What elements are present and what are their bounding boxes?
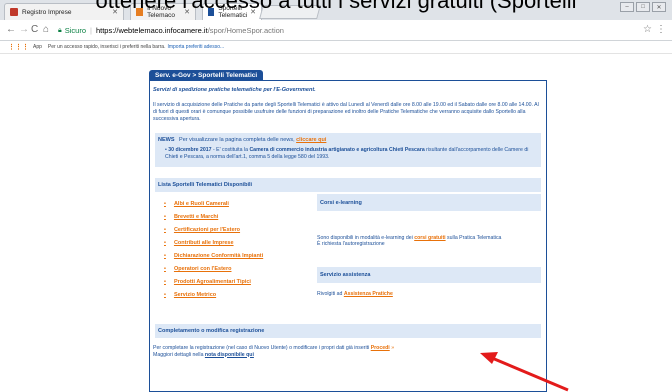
url-separator: | bbox=[90, 26, 92, 35]
list-item[interactable]: Dichiarazione Conformità Impianti bbox=[164, 250, 263, 263]
url-host: https://webtelemaco.infocamere.it bbox=[95, 26, 208, 35]
elearning-text-after: sulla Pratica Telematica bbox=[445, 235, 502, 241]
lista-header-right bbox=[315, 178, 541, 192]
content-box: Servizi di spedizione pratiche telematic… bbox=[149, 80, 547, 392]
assistenza-header: Servizio assistenza bbox=[317, 267, 541, 283]
list-item[interactable]: Servizio Metrico bbox=[164, 288, 263, 301]
completamento-more: Maggiori dettagli nella bbox=[153, 351, 205, 358]
elearning-text: Sono disponibili in modalità e-learning … bbox=[317, 235, 537, 248]
intro-text: Il servizio di acquisizione delle Pratic… bbox=[153, 102, 539, 122]
back-icon[interactable]: ← bbox=[6, 24, 16, 35]
bookmark-star-icon[interactable]: ☆ bbox=[643, 24, 652, 35]
url-field[interactable]: 🔒︎ Sicuro | https://webtelemaco.infocame… bbox=[58, 23, 643, 38]
assistenza-link[interactable]: Assistenza Pratiche bbox=[344, 291, 393, 297]
completamento-text: Per completare la registrazione (nel cas… bbox=[153, 345, 543, 358]
list-item[interactable]: Contributi alle Imprese bbox=[164, 237, 263, 250]
apps-label[interactable]: App bbox=[33, 44, 42, 50]
caption-text: ottenere l'accesso a tutti i servizi gra… bbox=[95, 0, 577, 13]
bookmarks-bar: ⋮⋮⋮ App Per un accesso rapido, inserisci… bbox=[0, 41, 672, 54]
assistenza-text: Rivolgiti ad Assistenza Pratiche bbox=[317, 291, 393, 297]
news-link[interactable]: cliccare qui bbox=[296, 137, 326, 143]
sportelli-page: Serv. e-Gov > Sportelli Telematici Servi… bbox=[149, 70, 547, 392]
page-tab[interactable]: Serv. e-Gov > Sportelli Telematici bbox=[149, 70, 264, 80]
procedi-link[interactable]: Procedi bbox=[371, 345, 390, 351]
news-tag: NEWS bbox=[158, 137, 175, 143]
news-item: • 30 dicembre 2017 - E' costituita la Ca… bbox=[165, 147, 529, 160]
secure-label: Sicuro bbox=[64, 26, 86, 35]
browser-menu-icon[interactable]: ⋮ bbox=[656, 24, 666, 35]
news-header: NEWS Per visualizzare la pagina completa… bbox=[158, 137, 326, 143]
sportelli-list: Albi e Ruoli Camerali Brevetti e Marchi … bbox=[164, 198, 263, 301]
list-item[interactable]: Albi e Ruoli Camerali bbox=[164, 198, 263, 211]
elearning-note: È richiesta l'autoregistrazione bbox=[317, 241, 385, 248]
intro-title: Servizi di spedizione pratiche telematic… bbox=[153, 87, 316, 93]
list-item[interactable]: Prodotti Agroalimentari Tipici bbox=[164, 275, 263, 288]
assistenza-text-label: Rivolgiti ad bbox=[317, 291, 344, 297]
list-item[interactable]: Operatori con l'Estero bbox=[164, 262, 263, 275]
completamento-header: Completamento o modifica registrazione bbox=[155, 324, 541, 338]
forward-icon[interactable]: → bbox=[19, 24, 29, 35]
nota-link[interactable]: nota disponibile qui bbox=[205, 352, 254, 358]
lista-header: Lista Sportelli Telematici Disponibili bbox=[155, 178, 315, 192]
list-item[interactable]: Brevetti e Marchi bbox=[164, 211, 263, 224]
url-path: /spor/HomeSpor.action bbox=[207, 26, 284, 35]
news-item-bold: Camera di commercio industria artigianat… bbox=[249, 147, 425, 153]
corsi-gratuiti-link[interactable]: corsi gratuiti bbox=[414, 235, 445, 241]
news-date: 30 dicembre 2017 bbox=[168, 147, 212, 153]
apps-grid-icon[interactable]: ⋮⋮⋮ bbox=[8, 43, 29, 51]
lock-icon: 🔒︎ bbox=[58, 26, 62, 34]
reload-icon[interactable]: C bbox=[31, 24, 38, 35]
import-bookmarks-link[interactable]: Importa preferiti adesso... bbox=[167, 44, 224, 50]
bookmarks-hint: Per un accesso rapido, inserisci i prefe… bbox=[47, 44, 166, 50]
completamento-text-label: Per completare la registrazione (nel cas… bbox=[153, 345, 370, 351]
address-bar: ← → C ⌂ 🔒︎ Sicuro | https://webtelemaco.… bbox=[0, 20, 672, 41]
procedi-arrow-icon: » bbox=[391, 345, 395, 351]
news-panel: NEWS Per visualizzare la pagina completa… bbox=[155, 133, 541, 167]
list-item[interactable]: Certificazioni per l'Estero bbox=[164, 224, 263, 237]
news-item-mid: - E' costituita la bbox=[211, 147, 250, 153]
elearning-header: Corsi e-learning bbox=[317, 194, 541, 211]
home-icon[interactable]: ⌂ bbox=[43, 24, 49, 35]
news-intro: Per visualizzare la pagina completa dell… bbox=[179, 137, 295, 143]
